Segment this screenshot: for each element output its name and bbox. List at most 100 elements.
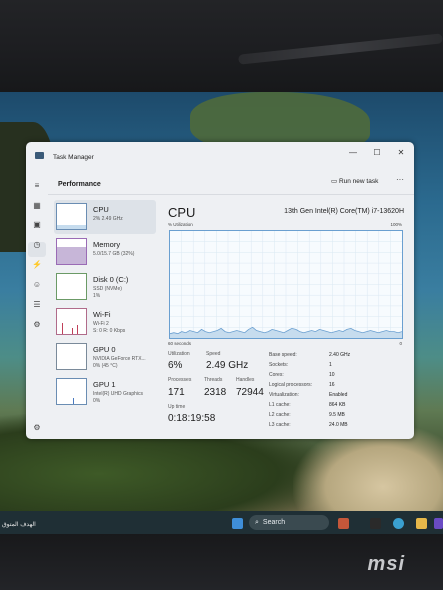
stat-utilization-value: 6% [168,360,183,371]
stat-handles-value: 72944 [236,387,264,398]
spec-value: 1 [329,362,332,368]
utilization-axis-label: % Utilization [168,222,193,227]
spec-value: 864 KB [329,402,346,408]
device-detail: Intel(R) UHD Graphics [93,391,144,397]
disk-thumbnail [56,273,87,300]
stylus-shadow [238,33,443,65]
spec-key: Virtualization: [269,392,299,398]
app-history-icon[interactable]: ◷ [32,240,42,250]
spec-value: 9.5 MB [329,412,345,418]
cpu-graph-svg [170,231,402,338]
gpu1-thumbnail [56,378,87,405]
device-detail: 1% [93,293,101,299]
users-icon[interactable]: ☺ [32,280,42,290]
processes-icon[interactable]: ▦ [32,201,42,211]
services-icon[interactable]: ⚙ [32,320,42,330]
device-gpu0[interactable]: GPU 0 NVIDIA GeForce RTX... 0% (45 °C) [54,340,156,374]
stat-label: Threads [204,377,223,383]
stat-label: Speed [206,351,221,357]
task-manager-icon [35,152,44,159]
stat-uptime-value: 0:18:19:58 [168,413,216,424]
start-icon[interactable] [232,518,243,529]
minimize-button[interactable]: — [345,147,361,159]
device-detail: NVIDIA GeForce RTX... [93,356,146,362]
device-cpu[interactable]: CPU 2% 2.49 GHz [54,200,156,234]
device-name: Wi-Fi [93,310,111,319]
settings-icon[interactable]: ⚙ [32,423,42,433]
spec-value: Enabled [329,392,348,398]
device-detail: 2% 2.49 GHz [93,216,123,222]
stat-threads-value: 2318 [204,387,227,398]
device-gpu1[interactable]: GPU 1 Intel(R) UHD Graphics 0% [54,375,156,409]
device-name: CPU [93,205,109,214]
taskbar-search[interactable]: ⌕ Search [249,515,329,530]
close-button[interactable]: ✕ [393,147,409,159]
wifi-thumbnail [56,308,87,335]
run-new-task-button[interactable]: ▭ Run new task [331,177,378,185]
cpu-thumbnail [56,203,87,230]
spec-key: Cores: [269,372,284,378]
cpu-thumb-fill [57,225,86,229]
maximize-button[interactable]: ☐ [369,147,385,159]
widget-icon[interactable] [338,518,349,529]
search-icon: ⌕ [255,518,259,526]
page-title: Performance [58,181,101,188]
search-label: Search [262,519,286,526]
title-bar[interactable]: Task Manager — ☐ ✕ [26,142,414,168]
task-manager-window: Task Manager — ☐ ✕ ≡ ▦ ▣ ◷ ⚡ ☺ ☰ ⚙ ⚙ Per… [26,142,414,439]
desktop-icon-label[interactable]: الهدف المتوق [2,521,36,528]
cpu-heading: CPU [168,205,196,220]
device-name: Memory [93,240,121,249]
memory-thumb-fill [57,247,86,264]
taskbar: الهدف المتوق ⌕ Search [0,511,443,534]
startup-apps-icon[interactable]: ⚡ [32,260,42,270]
task-view-icon[interactable] [370,518,381,529]
device-name: GPU 0 [93,345,116,354]
stat-speed-value: 2.49 GHz [206,360,249,371]
device-detail: 0% (45 °C) [93,363,118,369]
stat-processes-value: 171 [168,387,185,398]
desktop: الهدف المتوق ⌕ Search Task Manager — ☐ ✕… [0,92,443,534]
spec-key: L1 cache: [269,402,291,408]
spec-value: 16 [329,382,335,388]
header-divider [48,194,414,195]
device-memory[interactable]: Memory 5.0/15.7 GB (32%) [54,235,156,269]
device-detail: SSD (NVMe) [93,286,122,292]
file-explorer-icon[interactable] [416,518,427,529]
window-title: Task Manager [53,154,94,161]
memory-thumbnail [56,238,87,265]
utilization-max-label: 100% [390,222,402,227]
device-disk[interactable]: Disk 0 (C:) SSD (NVMe) 1% [54,270,156,304]
stat-label: Utilization [168,351,190,357]
device-detail: S: 0 R: 0 Kbps [93,328,126,334]
run-task-label: Run new task [338,178,379,185]
wifi-spike [72,328,73,334]
spec-key: Base speed: [269,352,297,358]
performance-icon[interactable]: ▣ [32,220,42,230]
details-icon[interactable]: ☰ [32,300,42,310]
browser-icon[interactable] [393,518,404,529]
spec-key: L3 cache: [269,422,291,428]
app-icon[interactable] [434,518,443,529]
cpu-model: 13th Gen Intel(R) Core(TM) i7-13620H [284,208,404,215]
device-detail: 5.0/15.7 GB (32%) [93,251,135,257]
spec-key: Logical processors: [269,382,313,388]
cpu-detail-panel: CPU 13th Gen Intel(R) Core(TM) i7-13620H… [159,198,414,439]
nav-rail: ≡ ▦ ▣ ◷ ⚡ ☺ ☰ ⚙ ⚙ [26,168,48,439]
graph-time-label: 60 seconds [168,341,192,346]
gpu1-spike [73,398,74,404]
spec-value: 2.40 GHz [329,352,351,358]
stat-label: Up time [168,404,186,410]
spec-value: 24.0 MB [329,422,348,428]
wifi-spike [62,323,63,334]
spec-key: Sockets: [269,362,289,368]
gpu0-thumbnail [56,343,87,370]
spec-value: 10 [329,372,335,378]
device-wifi[interactable]: Wi-Fi Wi-Fi 2 S: 0 R: 0 Kbps [54,305,156,339]
laptop-bezel-top [0,0,443,92]
run-task-icon: ▭ [331,178,339,185]
more-options-icon[interactable]: ··· [396,175,404,184]
graph-zero-label: 0 [399,341,402,346]
hamburger-menu-icon[interactable]: ≡ [32,181,42,191]
stat-label: Processes [168,377,192,383]
